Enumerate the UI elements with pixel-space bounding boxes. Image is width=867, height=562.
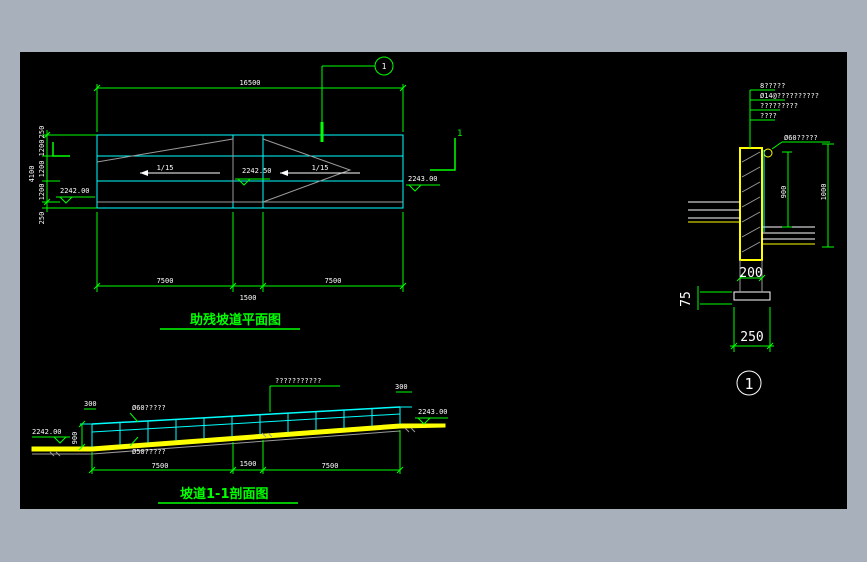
section-middle-length: 1500 (240, 460, 257, 468)
plan-section-mark: 1 (457, 129, 462, 139)
section-rail-bottom: Ø50????? (132, 448, 166, 456)
section-rail-top: Ø60????? (132, 404, 166, 412)
detail-note-4: ???? (760, 112, 777, 120)
detail-rail-label: Ø60????? (784, 134, 818, 142)
plan-width-part-3: 1200 (38, 161, 46, 178)
footing (733, 291, 771, 301)
detail-height-outer: 1000 (820, 184, 828, 201)
section-level-right: 2243.00 (418, 408, 448, 416)
cad-drawing-canvas[interactable]: 16500 7500 1500 7500 1/15 1/15 2242.00 2… (20, 52, 847, 509)
detail-wall-thickness: 200 (739, 266, 762, 281)
plan-width-part-2: 1200 (38, 140, 46, 157)
plan-slope-left: 1/15 (157, 164, 174, 172)
plan-middle-segment: 1500 (240, 294, 257, 302)
section-ext-right: 300 (395, 383, 408, 391)
section-rail-height: 900 (71, 432, 79, 445)
plan-right-segment: 7500 (325, 277, 342, 285)
plan-left-segment: 7500 (157, 277, 174, 285)
detail-footing-width: 250 (740, 330, 763, 345)
section-title: 坡道1-1剖面图 (180, 486, 269, 502)
plan-width-part-1: 250 (38, 126, 46, 139)
detail-note-1: 8????? (760, 82, 785, 90)
detail-note-3: ????????? (760, 102, 798, 110)
section-note-top: ??????????? (275, 377, 321, 385)
plan-level-middle: 2242.50 (242, 167, 272, 175)
detail-footing-height: 75 (679, 291, 694, 307)
detail-height-inner: 900 (780, 186, 788, 199)
detail-note-2: Ø14@?????????? (760, 92, 819, 100)
plan-width-total: 4100 (28, 166, 36, 183)
ramp-slab (31, 423, 446, 452)
plan-level-right: 2243.00 (408, 175, 438, 183)
plan-slope-right: 1/15 (312, 164, 329, 172)
detail-number: 1 (744, 375, 753, 393)
plan-title: 助残坡道平面图 (190, 312, 281, 328)
section-ext-left: 300 (84, 400, 97, 408)
section-right-length: 7500 (322, 462, 339, 470)
plan-detail-callout: 1 (382, 62, 387, 71)
section-level-left: 2242.00 (32, 428, 62, 436)
plan-overall-length: 16500 (239, 79, 260, 87)
section-left-length: 7500 (152, 462, 169, 470)
plan-level-left: 2242.00 (60, 187, 90, 195)
plan-width-part-5: 250 (38, 212, 46, 225)
cad-drawing: 16500 7500 1500 7500 1/15 1/15 2242.00 2… (28, 56, 834, 504)
plan-width-part-4: 1200 (38, 184, 46, 201)
